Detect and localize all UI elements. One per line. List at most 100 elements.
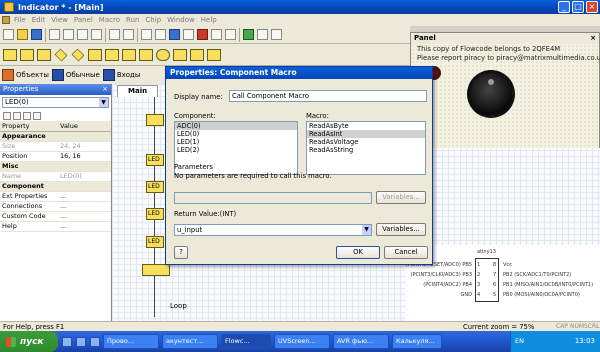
close-icon[interactable]: × — [102, 84, 108, 95]
menu-help[interactable]: Help — [201, 16, 217, 24]
property-row[interactable]: Custom Code... — [0, 211, 111, 222]
property-row[interactable]: Ext Properties... — [0, 191, 111, 202]
minimize-button[interactable]: _ — [558, 1, 570, 13]
return-variables-button[interactable]: Variables... — [376, 223, 426, 236]
property-value[interactable]: 24, 24 — [58, 141, 111, 152]
input-block-icon[interactable] — [3, 48, 17, 61]
component-list-item[interactable]: ADC(0) — [175, 122, 297, 130]
component-list-item[interactable]: LED(0) — [175, 130, 297, 138]
flow-block-led[interactable]: LED — [146, 181, 164, 193]
property-value[interactable]: ... — [58, 191, 111, 202]
objects-category[interactable]: Объекты — [2, 69, 49, 81]
zoom-out-icon[interactable] — [271, 29, 282, 40]
redo-icon[interactable] — [123, 29, 134, 40]
delete-icon[interactable] — [91, 29, 102, 40]
document-icon[interactable] — [2, 16, 10, 24]
tab-main[interactable]: Main — [117, 85, 159, 97]
component-macro-icon[interactable] — [88, 48, 102, 61]
calculation-icon[interactable] — [139, 48, 153, 61]
property-pages-icon[interactable] — [23, 111, 31, 120]
chevron-down-icon[interactable]: ▼ — [362, 225, 371, 235]
macro-list-item[interactable]: ReadAsInt — [307, 130, 425, 138]
property-value[interactable]: ... — [58, 221, 111, 232]
comment-icon[interactable] — [207, 48, 221, 61]
component-list-item[interactable]: LED(1) — [175, 138, 297, 146]
property-row[interactable]: Help... — [0, 221, 111, 232]
ok-button[interactable]: OK — [336, 246, 380, 259]
taskbar-window-button[interactable]: Прово... — [103, 334, 159, 349]
help-button[interactable]: ? — [174, 246, 188, 259]
property-row[interactable]: Position 16, 16 — [0, 151, 111, 162]
copy-icon[interactable] — [63, 29, 74, 40]
save-icon[interactable] — [31, 29, 42, 40]
events-icon[interactable] — [33, 111, 41, 120]
property-value[interactable]: LED(0) — [58, 171, 111, 182]
property-row[interactable]: Size 24, 24 — [0, 141, 111, 152]
zoom-in-icon[interactable] — [257, 29, 268, 40]
property-value[interactable]: 16, 16 — [58, 151, 111, 162]
undo-icon[interactable] — [109, 29, 120, 40]
connection-point-icon[interactable] — [71, 48, 85, 61]
start-button[interactable]: пуск — [0, 331, 58, 352]
close-button[interactable]: × — [586, 1, 598, 13]
close-icon[interactable]: × — [590, 33, 596, 44]
flow-block-led[interactable]: LED — [146, 236, 164, 248]
menu-window[interactable]: Window — [167, 16, 195, 24]
language-indicator[interactable]: EN — [515, 337, 524, 345]
flow-block-loop-end[interactable] — [142, 264, 170, 276]
step-into-icon[interactable] — [211, 29, 222, 40]
menu-view[interactable]: View — [51, 16, 68, 24]
menu-file[interactable]: File — [14, 16, 26, 24]
delay-block-icon[interactable] — [37, 48, 51, 61]
panel-canvas[interactable]: This copy of Flowcode belongs to 2QFE4M … — [411, 44, 600, 148]
open-folder-icon[interactable] — [17, 29, 28, 40]
taskbar-window-button[interactable]: Калькуля... — [392, 334, 442, 349]
cancel-button[interactable]: Cancel — [384, 246, 428, 259]
display-name-input[interactable]: Call Component Macro — [229, 90, 427, 102]
compile-icon[interactable] — [155, 29, 166, 40]
chip-icon[interactable] — [243, 29, 254, 40]
macro-call-icon[interactable] — [105, 48, 119, 61]
loop-icon[interactable] — [156, 48, 170, 61]
menu-chip[interactable]: Chip — [145, 16, 161, 24]
interrupt-icon[interactable] — [122, 48, 136, 61]
property-category-row[interactable]: Appearance — [0, 131, 111, 142]
property-category-row[interactable]: Component — [0, 181, 111, 192]
property-row[interactable]: Connections... — [0, 201, 111, 212]
macro-list-item[interactable]: ReadAsString — [307, 146, 425, 154]
quick-launch-icon[interactable] — [76, 336, 86, 347]
taskbar-window-button[interactable]: UVScreen... — [274, 334, 330, 349]
taskbar-window-button[interactable]: акунтест... — [162, 334, 218, 349]
decision-block-icon[interactable] — [54, 48, 68, 61]
paste-icon[interactable] — [77, 29, 88, 40]
return-value-combo[interactable]: u_input ▼ — [174, 224, 372, 236]
macro-list-item[interactable]: ReadAsByte — [307, 122, 425, 130]
flow-block-led[interactable]: LED — [146, 208, 164, 220]
menu-run[interactable]: Run — [126, 16, 139, 24]
code-block-icon[interactable] — [190, 48, 204, 61]
component-selector[interactable]: LED(0) ▼ — [2, 97, 109, 108]
pause-icon[interactable] — [183, 29, 194, 40]
property-value[interactable]: ... — [58, 201, 111, 212]
new-file-icon[interactable] — [3, 29, 14, 40]
property-value[interactable]: ... — [58, 211, 111, 222]
component-list-item[interactable]: LED(2) — [175, 146, 297, 154]
taskbar-window-button[interactable]: Flowc... — [221, 334, 271, 349]
run-icon[interactable] — [169, 29, 180, 40]
menu-macro[interactable]: Macro — [99, 16, 120, 24]
property-category-row[interactable]: Misc — [0, 161, 111, 172]
maximize-button[interactable]: □ — [572, 1, 584, 13]
output-block-icon[interactable] — [20, 48, 34, 61]
quick-launch-icon[interactable] — [90, 336, 100, 347]
step-over-icon[interactable] — [225, 29, 236, 40]
taskbar-window-button[interactable]: AVR фью... — [333, 334, 389, 349]
menu-edit[interactable]: Edit — [32, 16, 46, 24]
cut-icon[interactable] — [49, 29, 60, 40]
stop-icon[interactable] — [197, 29, 208, 40]
parameters-variables-button[interactable]: Variables... — [376, 191, 426, 204]
quick-launch-icon[interactable] — [62, 336, 72, 347]
property-row[interactable]: Name LED(0) — [0, 171, 111, 182]
alphabetical-icon[interactable] — [13, 111, 21, 120]
macro-list[interactable]: ReadAsByte ReadAsInt ReadAsVoltage ReadAsSt… — [306, 121, 426, 175]
flow-block-led[interactable]: LED — [146, 154, 164, 166]
